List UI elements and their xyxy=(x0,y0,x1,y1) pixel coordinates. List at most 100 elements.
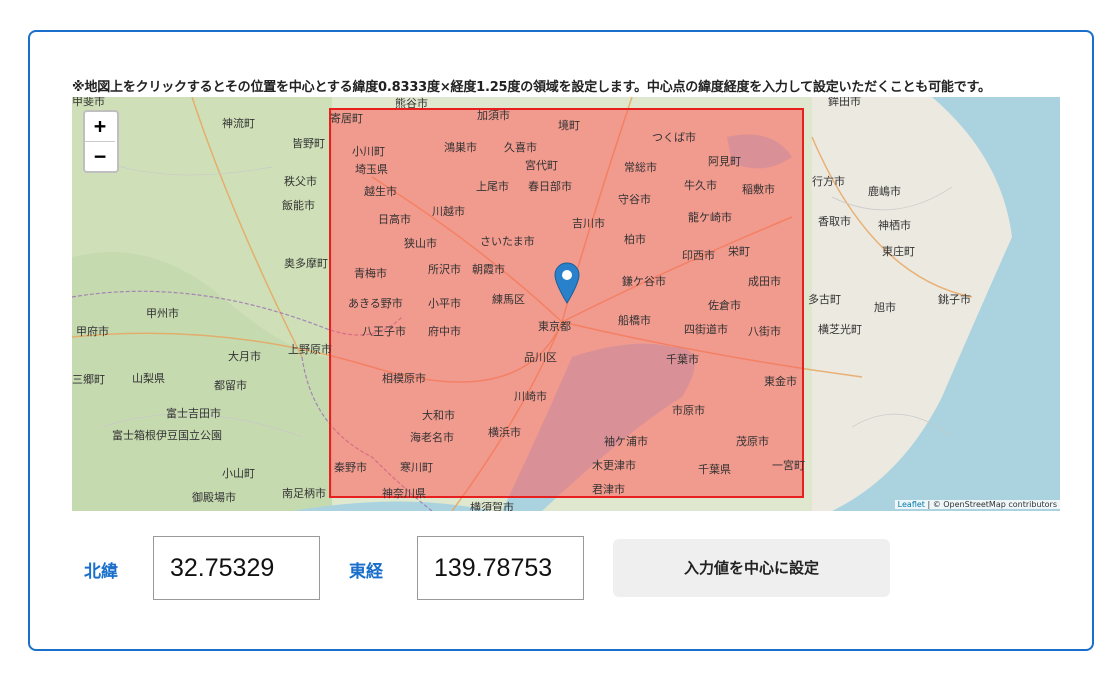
map-label: 三郷町 xyxy=(72,372,105,386)
map-label: 小山町 xyxy=(222,467,255,480)
map-label: 南足柄市 xyxy=(282,486,326,500)
map-label: つくば市 xyxy=(652,130,696,144)
map-label: 甲斐市 xyxy=(72,97,105,108)
map-label: 香取市 xyxy=(818,214,851,228)
zoom-out-button[interactable]: − xyxy=(85,141,115,171)
map-label: 佐倉市 xyxy=(708,298,741,312)
map-label: 川崎市 xyxy=(514,389,547,403)
map-label: 上尾市 xyxy=(476,179,509,193)
map-tiles: 熊谷市 加須市 寄居町 神流町 鴻巣市 久喜市 境町 つくば市 小川町 埼玉県 … xyxy=(72,97,1060,511)
map-label: 境町 xyxy=(558,118,580,132)
map-marker-icon[interactable] xyxy=(554,262,580,304)
map-label: 茂原市 xyxy=(736,434,769,448)
map-label: 龍ケ崎市 xyxy=(688,210,732,224)
map-label: 四街道市 xyxy=(684,322,728,336)
map-label: 木更津市 xyxy=(592,458,636,472)
latitude-input[interactable]: 32.75329 xyxy=(153,536,320,600)
map-label: 一宮町 xyxy=(772,458,805,472)
map-label: 所沢市 xyxy=(428,262,461,276)
map-label: 吉川市 xyxy=(572,216,605,230)
map-label: 市原市 xyxy=(672,403,705,417)
map-label: 春日部市 xyxy=(528,179,572,193)
map-label: 秦野市 xyxy=(334,460,367,474)
map-label: 大和市 xyxy=(422,408,455,422)
map-label: 鉾田市 xyxy=(828,97,861,108)
map-attribution: Leaflet | © OpenStreetMap contributors xyxy=(894,500,1060,509)
map-label: 山梨県 xyxy=(132,371,165,385)
map-label: 成田市 xyxy=(748,274,781,288)
map-label: 品川区 xyxy=(524,351,557,364)
map-label: 横芝光町 xyxy=(818,322,862,336)
map-label: 飯能市 xyxy=(282,198,315,212)
map-label: 柏市 xyxy=(624,232,646,246)
zoom-control: + − xyxy=(83,110,119,173)
set-center-button[interactable]: 入力値を中心に設定 xyxy=(613,539,890,597)
map-label: 横須賀市 xyxy=(470,500,514,511)
map-label: 寒川町 xyxy=(400,460,433,474)
map-label: 川越市 xyxy=(432,204,465,218)
map-label: 旭市 xyxy=(874,300,896,314)
map-label: 青梅市 xyxy=(354,266,387,280)
map-label: 東金市 xyxy=(764,374,797,388)
map-label: 神栖市 xyxy=(878,218,911,232)
map-label: 千葉市 xyxy=(666,352,699,366)
map-label: 朝霞市 xyxy=(472,262,505,276)
attribution-text: | © OpenStreetMap contributors xyxy=(927,500,1057,509)
map-label: 埼玉県 xyxy=(355,162,388,176)
map-label: 稲敷市 xyxy=(742,182,775,196)
map-label: 行方市 xyxy=(812,174,845,188)
map-label: 小川町 xyxy=(352,145,385,158)
map-label: あきる野市 xyxy=(348,296,403,310)
map-label: 東京都 xyxy=(538,319,571,333)
latitude-label: 北緯 xyxy=(84,562,118,582)
map-label: 皆野町 xyxy=(292,137,325,150)
map-label: 上野原市 xyxy=(288,342,332,356)
map-label: 神流町 xyxy=(222,116,255,130)
map-label: 越生市 xyxy=(364,184,397,198)
map-label: 加須市 xyxy=(477,108,510,122)
map-label: 日高市 xyxy=(378,212,411,226)
map-label: 牛久市 xyxy=(684,178,717,192)
map-label: 宮代町 xyxy=(525,158,558,172)
map-label: 印西市 xyxy=(682,248,715,262)
map-label: 八街市 xyxy=(748,324,781,338)
map-label: 久喜市 xyxy=(504,140,537,154)
map-label: 練馬区 xyxy=(492,292,525,306)
map-label: 八王子市 xyxy=(362,324,406,338)
instruction-text: ※地図上をクリックするとその位置を中心とする緯度0.8333度×経度1.25度の… xyxy=(72,80,991,95)
map-label: 君津市 xyxy=(592,482,625,496)
map-view[interactable]: 熊谷市 加須市 寄居町 神流町 鴻巣市 久喜市 境町 つくば市 小川町 埼玉県 … xyxy=(72,97,1060,511)
map-label: 神奈川県 xyxy=(382,486,426,500)
map-label: 船橋市 xyxy=(618,313,651,327)
zoom-in-button[interactable]: + xyxy=(85,112,115,141)
map-label: 鹿嶋市 xyxy=(868,184,901,198)
map-label: 大月市 xyxy=(228,349,261,363)
map-label: 千葉県 xyxy=(698,462,731,476)
map-label: 熊谷市 xyxy=(395,97,428,110)
map-label: 奥多摩町 xyxy=(284,256,328,270)
map-label: 銚子市 xyxy=(938,292,971,306)
attribution-leaflet-link[interactable]: Leaflet xyxy=(898,500,925,509)
map-label: 多古町 xyxy=(808,292,841,306)
map-label: 秩父市 xyxy=(284,174,317,188)
map-label: 都留市 xyxy=(214,378,247,392)
map-label: 栄町 xyxy=(728,244,750,258)
map-label: 守谷市 xyxy=(618,192,651,206)
map-label: 狭山市 xyxy=(404,236,437,250)
map-label: 甲州市 xyxy=(146,306,179,320)
map-label: さいたま市 xyxy=(480,234,535,248)
map-label: 東庄町 xyxy=(882,244,915,258)
map-label: 相模原市 xyxy=(382,371,426,385)
map-label: 寄居町 xyxy=(330,111,363,125)
map-label: 袖ケ浦市 xyxy=(604,434,648,448)
longitude-label: 東経 xyxy=(349,562,383,582)
map-label: 阿見町 xyxy=(708,155,741,168)
map-label: 富士吉田市 xyxy=(166,406,221,420)
map-label: 富士箱根伊豆国立公園 xyxy=(112,428,222,442)
map-label: 小平市 xyxy=(428,296,461,310)
map-label: 常総市 xyxy=(624,160,657,174)
map-label: 横浜市 xyxy=(488,425,521,439)
longitude-input[interactable]: 139.78753 xyxy=(417,536,584,600)
map-label: 府中市 xyxy=(428,324,461,338)
map-label: 海老名市 xyxy=(410,430,454,444)
